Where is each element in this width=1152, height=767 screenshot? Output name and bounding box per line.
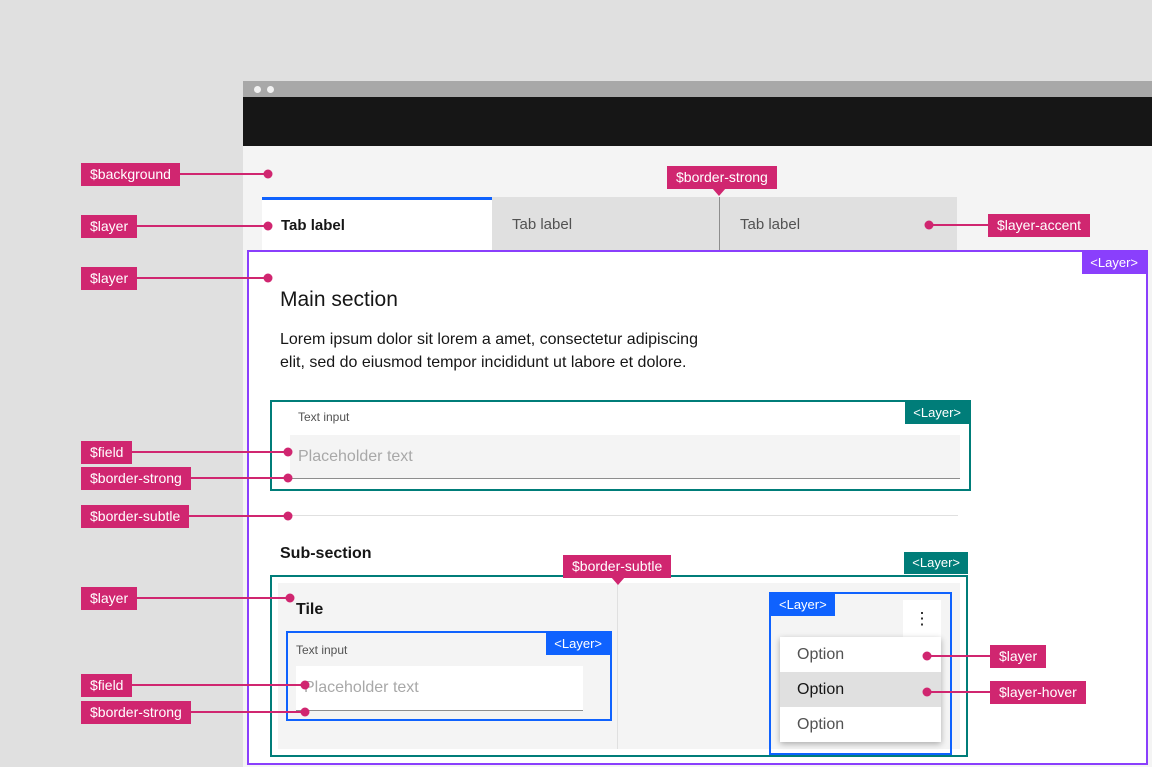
- tab-unselected-2[interactable]: Tab label: [720, 197, 957, 251]
- sub-section-layer: <Layer> Tile <Layer> Text input <Layer> …: [270, 552, 968, 757]
- annotation-dot: [922, 651, 932, 661]
- body-line-1: Lorem ipsum dolor sit lorem a amet, cons…: [280, 331, 698, 348]
- section-divider: [288, 515, 958, 516]
- annotation-layer-tab: $layer: [81, 215, 138, 238]
- window-control-dot: [267, 86, 274, 93]
- main-section-body: Lorem ipsum dolor sit lorem a amet, cons…: [280, 328, 698, 374]
- annotation-dot: [283, 511, 293, 521]
- annotation-line: [110, 684, 305, 686]
- annotation-layer-accent: $layer-accent: [988, 214, 1091, 237]
- overflow-menu-button[interactable]: ⋮: [903, 600, 941, 637]
- annotation-border-subtle-main: $border-subtle: [81, 505, 190, 528]
- menu-option-1[interactable]: Option: [780, 637, 941, 672]
- tab-label: Tab label: [512, 215, 573, 233]
- window-control-dot: [254, 86, 261, 93]
- annotation-layer-tile: $layer: [81, 587, 138, 610]
- annotation-dot: [285, 593, 295, 603]
- annotation-line: [929, 224, 988, 226]
- text-input-field[interactable]: [290, 435, 960, 479]
- layer-badge-text-input: <Layer>: [905, 402, 969, 424]
- dropdown-layer: <Layer> ⋮ Option Option Option: [769, 592, 952, 755]
- annotation-field-tile: $field: [81, 674, 133, 697]
- annotation-dot: [263, 169, 273, 179]
- annotation-dot: [300, 680, 310, 690]
- annotation-field-main: $field: [81, 441, 133, 464]
- annotation-dot: [263, 273, 273, 283]
- annotation-dot: [263, 221, 273, 231]
- main-section-heading: Main section: [280, 288, 398, 311]
- annotation-border-subtle-tile: $border-subtle: [563, 555, 672, 578]
- annotation-dot: [922, 687, 932, 697]
- annotation-layer-main: $layer: [81, 267, 138, 290]
- annotation-border-strong-main: $border-strong: [81, 467, 191, 490]
- tile-text-input[interactable]: [296, 666, 583, 710]
- tile-heading: Tile: [296, 601, 324, 618]
- menu-option-2-hovered[interactable]: Option: [780, 672, 941, 707]
- annotation-dot: [283, 473, 293, 483]
- text-input-group: <Layer> Text input: [270, 400, 971, 491]
- browser-titlebar: [243, 81, 1152, 97]
- annotation-pointer: [712, 188, 726, 196]
- annotation-border-strong-tab: $border-strong: [667, 166, 777, 189]
- annotation-line: [927, 655, 990, 657]
- tile-text-input-field[interactable]: [296, 666, 583, 711]
- tab-selected[interactable]: Tab label: [262, 197, 492, 251]
- tile-area: Tile <Layer> Text input <Layer> ⋮: [278, 583, 960, 755]
- text-input-label: Text input: [298, 410, 350, 424]
- annotation-background: $background: [81, 163, 180, 186]
- tile-text-input-layer: <Layer> Text input: [286, 631, 612, 721]
- tile-text-input-label: Text input: [296, 643, 348, 657]
- tab-label: Tab label: [281, 217, 345, 234]
- annotation-dot: [924, 220, 934, 230]
- annotation-dot: [300, 707, 310, 717]
- annotation-dot: [283, 447, 293, 457]
- canvas: Tab label Tab label Tab label <Layer> Ma…: [0, 0, 1152, 767]
- layer-badge-main: <Layer>: [1082, 252, 1146, 274]
- body-line-2: elit, sed do eiusmod tempor incididunt u…: [280, 354, 687, 371]
- annotation-line: [110, 451, 288, 453]
- layer-badge-tile-input: <Layer>: [546, 633, 610, 655]
- annotation-pointer: [611, 577, 625, 585]
- browser-navbar: [243, 97, 1152, 146]
- annotation-line: [927, 691, 990, 693]
- menu-option-3[interactable]: Option: [780, 707, 941, 742]
- tab-unselected-1[interactable]: Tab label: [492, 197, 719, 251]
- tile-divider: [617, 583, 618, 749]
- annotation-border-strong-tile: $border-strong: [81, 701, 191, 724]
- text-input[interactable]: [290, 435, 960, 478]
- overflow-menu-icon: ⋮: [913, 608, 931, 628]
- dropdown-menu: Option Option Option: [780, 637, 941, 742]
- tab-label: Tab label: [740, 215, 801, 233]
- annotation-layer-hover: $layer-hover: [990, 681, 1086, 704]
- layer-badge-dropdown: <Layer>: [771, 594, 835, 616]
- annotation-layer-menu: $layer: [990, 645, 1047, 668]
- sub-section-heading: Sub-section: [280, 545, 372, 562]
- layer-badge-sub-section: <Layer>: [904, 552, 968, 574]
